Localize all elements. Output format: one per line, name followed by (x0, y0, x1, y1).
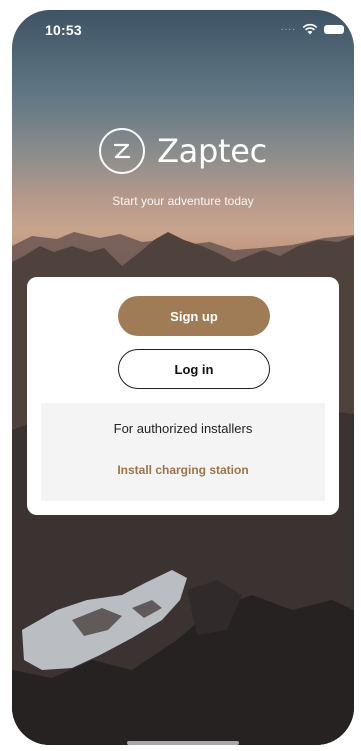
auth-card: Sign up Log in For authorized installers… (27, 277, 339, 515)
install-charging-station-link[interactable]: Install charging station (41, 463, 325, 477)
brand-header: Zaptec (12, 128, 354, 174)
battery-icon (324, 24, 344, 34)
brand-name: Zaptec (157, 132, 267, 170)
home-indicator[interactable] (127, 741, 239, 745)
wifi-icon (302, 23, 318, 35)
installer-section: For authorized installers Install chargi… (41, 403, 325, 501)
status-time: 10:53 (45, 22, 82, 38)
tagline: Start your adventure today (112, 194, 254, 208)
signal-icon: .... (280, 22, 296, 33)
log-in-button[interactable]: Log in (118, 349, 270, 389)
phone-screen: 10:53 .... Zaptec Start your adventure t… (12, 10, 354, 745)
sign-up-button[interactable]: Sign up (118, 296, 270, 336)
status-bar: 10:53 .... (12, 10, 354, 50)
installer-label: For authorized installers (113, 421, 253, 436)
logo-z-glyph (113, 143, 131, 159)
zaptec-logo-icon (99, 128, 146, 174)
status-icons: .... (280, 22, 344, 35)
